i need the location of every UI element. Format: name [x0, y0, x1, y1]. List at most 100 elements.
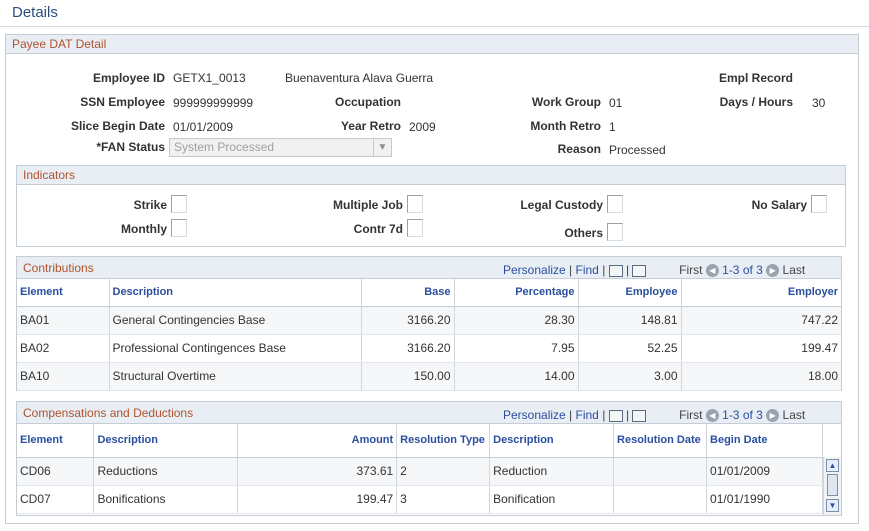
- view-all-icon[interactable]: [608, 264, 623, 277]
- employee-id-label: Employee ID: [92, 71, 165, 85]
- table-cell: 3166.20: [361, 306, 455, 335]
- compensations-scrollbar[interactable]: ▲ ▼: [823, 457, 841, 515]
- next-icon[interactable]: ▶: [766, 409, 780, 423]
- scroll-thumb[interactable]: [827, 474, 838, 496]
- previous-icon[interactable]: ◀: [705, 264, 719, 278]
- compensations-last-label: Last: [782, 408, 806, 422]
- days-hours-label: Days / Hours: [719, 95, 793, 109]
- table-cell: 3.00: [578, 362, 682, 391]
- table-row: BA02 Professional Contingences Base 3166…: [17, 334, 841, 363]
- work-group-value: 01: [609, 96, 623, 110]
- contributions-nav: Personalize | Find | | First ◀ 1-3 of 3 …: [503, 263, 806, 278]
- multiple-job-label: Multiple Job: [333, 198, 403, 212]
- multiple-job-checkbox[interactable]: [407, 195, 423, 213]
- table-cell: 52.25: [578, 334, 682, 363]
- table-cell: 747.22: [681, 306, 841, 335]
- chevron-down-icon: ▼: [373, 139, 391, 156]
- table-cell: Bonification: [489, 485, 615, 514]
- table-cell: BA10: [17, 362, 110, 391]
- table-cell: [613, 457, 708, 486]
- compensations-find-link[interactable]: Find: [576, 408, 599, 422]
- column-header[interactable]: Description: [489, 424, 615, 458]
- table-cell: 373.61: [237, 457, 398, 486]
- next-icon[interactable]: ▶: [766, 264, 780, 278]
- column-header[interactable]: Percentage: [454, 279, 579, 307]
- others-checkbox[interactable]: [607, 223, 623, 241]
- table-header-row: Element Description Amount Resolution Ty…: [17, 424, 823, 458]
- contr-7d-checkbox[interactable]: [407, 219, 423, 237]
- table-cell: 199.47: [237, 485, 398, 514]
- table-cell: Reductions: [93, 457, 239, 486]
- table-cell: 01/01/1990: [706, 485, 823, 514]
- slice-begin-date-label: Slice Begin Date: [70, 119, 165, 133]
- others-label: Others: [564, 226, 603, 240]
- column-header[interactable]: Description: [93, 424, 239, 458]
- contributions-first-label: First: [679, 263, 703, 277]
- scroll-up-icon[interactable]: ▲: [826, 459, 839, 472]
- column-header[interactable]: Employee: [578, 279, 682, 307]
- month-retro-label: Month Retro: [530, 119, 601, 133]
- column-header[interactable]: Amount: [237, 424, 398, 458]
- table-row: CD07 Bonifications 199.47 3 Bonification…: [17, 485, 823, 514]
- no-salary-label: No Salary: [751, 198, 807, 212]
- monthly-checkbox[interactable]: [171, 219, 187, 237]
- year-retro-value: 2009: [409, 120, 436, 134]
- download-spreadsheet-icon[interactable]: [632, 264, 647, 277]
- table-cell: 18.00: [681, 362, 841, 391]
- table-cell: General Contingencies Base: [109, 306, 362, 335]
- legal-custody-label: Legal Custody: [520, 198, 603, 212]
- compensations-table: Element Description Amount Resolution Ty…: [17, 424, 823, 514]
- table-cell: CD07: [17, 485, 95, 514]
- contributions-range: 1-3 of 3: [722, 263, 763, 277]
- fan-status-select[interactable]: System Processed ▼: [169, 138, 392, 157]
- empl-record-label: Empl Record: [718, 71, 793, 85]
- payee-dat-detail-header: Payee DAT Detail: [6, 35, 858, 54]
- compensations-range: 1-3 of 3: [722, 408, 763, 422]
- table-cell: 2: [396, 457, 491, 486]
- page-title: Details: [12, 4, 58, 21]
- scroll-down-icon[interactable]: ▼: [826, 499, 839, 512]
- occupation-label: Occupation: [334, 95, 401, 109]
- work-group-label: Work Group: [531, 95, 601, 109]
- employee-name: Buenaventura Alava Guerra: [285, 71, 434, 85]
- legal-custody-checkbox[interactable]: [607, 195, 623, 213]
- fan-status-selected: System Processed: [174, 140, 275, 154]
- compensations-first-label: First: [679, 408, 703, 422]
- contributions-table: Element Description Base Percentage Empl…: [17, 279, 841, 391]
- table-cell: 150.00: [361, 362, 455, 391]
- table-cell: Structural Overtime: [109, 362, 362, 391]
- table-cell: 01/01/2009: [706, 457, 823, 486]
- column-header[interactable]: Employer: [681, 279, 841, 307]
- month-retro-value: 1: [609, 120, 616, 134]
- title-divider: [0, 26, 869, 27]
- table-cell: BA01: [17, 306, 110, 335]
- column-header[interactable]: Resolution Type: [396, 424, 491, 458]
- table-cell: Bonifications: [93, 485, 239, 514]
- table-cell: Professional Contingences Base: [109, 334, 362, 363]
- slice-begin-date-value: 01/01/2009: [173, 120, 234, 134]
- previous-icon[interactable]: ◀: [705, 409, 719, 423]
- column-header[interactable]: Base: [361, 279, 455, 307]
- download-spreadsheet-icon[interactable]: [632, 409, 647, 422]
- table-cell: CD06: [17, 457, 95, 486]
- year-retro-label: Year Retro: [340, 119, 401, 133]
- fan-status-label: *FAN Status: [96, 140, 165, 154]
- monthly-label: Monthly: [121, 222, 167, 236]
- column-header[interactable]: Element: [17, 279, 110, 307]
- column-header[interactable]: Element: [17, 424, 95, 458]
- strike-checkbox[interactable]: [171, 195, 187, 213]
- view-all-icon[interactable]: [608, 409, 623, 422]
- table-row: BA01 General Contingencies Base 3166.20 …: [17, 306, 841, 335]
- contributions-find-link[interactable]: Find: [576, 263, 599, 277]
- table-cell: 148.81: [578, 306, 682, 335]
- compensations-personalize-link[interactable]: Personalize: [503, 408, 566, 422]
- reason-label: Reason: [557, 142, 601, 156]
- table-row: BA10 Structural Overtime 150.00 14.00 3.…: [17, 362, 841, 391]
- indicators-header: Indicators: [17, 166, 845, 185]
- column-header[interactable]: Resolution Date: [613, 424, 708, 458]
- column-header[interactable]: Description: [109, 279, 362, 307]
- compensations-nav: Personalize | Find | | First ◀ 1-3 of 3 …: [503, 408, 806, 423]
- contributions-personalize-link[interactable]: Personalize: [503, 263, 566, 277]
- no-salary-checkbox[interactable]: [811, 195, 827, 213]
- column-header[interactable]: Begin Date: [706, 424, 823, 458]
